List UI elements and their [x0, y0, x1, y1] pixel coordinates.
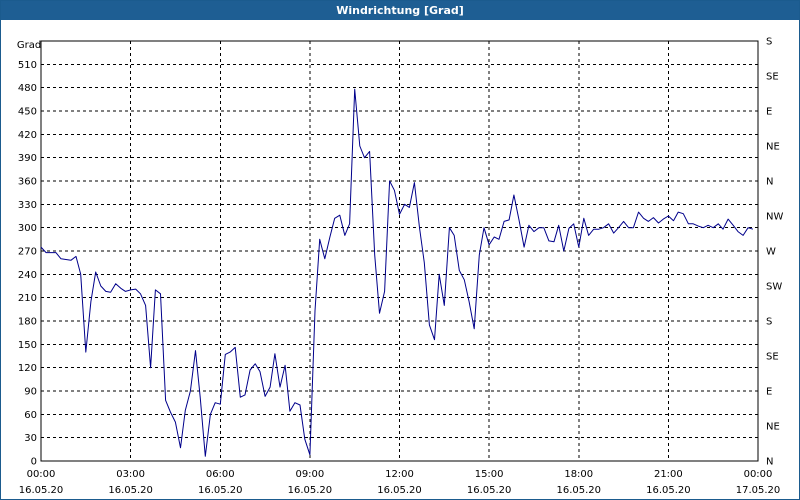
- y-tick-label: 60: [24, 410, 37, 421]
- y-tick-label: 270: [18, 247, 37, 258]
- y2-tick-label: SE: [766, 72, 779, 83]
- y-tick-label: 90: [24, 387, 37, 398]
- x-tick-label: 15:00: [475, 469, 504, 480]
- y-tick-label: 330: [18, 200, 37, 211]
- x-tick-label: 00:00: [744, 469, 773, 480]
- y2-tick-label: N: [766, 457, 773, 468]
- x-tick-date-label: 16.05.20: [646, 485, 691, 496]
- y2-tick-label: S: [766, 37, 772, 48]
- x-tick-label: 21:00: [654, 469, 683, 480]
- x-tick-date-label: 16.05.20: [108, 485, 153, 496]
- y-tick-label: 300: [18, 223, 37, 234]
- y-tick-label: 240: [18, 270, 37, 281]
- x-tick-date-label: 16.05.20: [19, 485, 64, 496]
- y-tick-label: 0: [31, 457, 37, 468]
- x-tick-date-label: 17.05.20: [736, 485, 781, 496]
- y2-tick-label: SW: [766, 282, 782, 293]
- x-tick-date-label: 16.05.20: [198, 485, 243, 496]
- y2-tick-label: W: [766, 247, 776, 258]
- x-tick-label: 18:00: [564, 469, 593, 480]
- y-tick-label: 450: [18, 107, 37, 118]
- y2-tick-label: S: [766, 317, 772, 328]
- y-tick-label: 30: [24, 433, 37, 444]
- y-tick-label: 480: [18, 83, 37, 94]
- x-tick-label: 00:00: [27, 469, 56, 480]
- y2-tick-label: NE: [766, 422, 780, 433]
- chart-window: Windrichtung [Grad] 0 30 60 90 120 150 180 210 2…: [0, 0, 800, 500]
- y-tick-label: 120: [18, 363, 37, 374]
- x-tick-date-label: 16.05.20: [467, 485, 512, 496]
- x-tick-date-label: 16.05.20: [377, 485, 422, 496]
- x-tick-label: 03:00: [116, 469, 145, 480]
- y-tick-label: 420: [18, 130, 37, 141]
- x-tick-label: 12:00: [385, 469, 414, 480]
- y2-tick-label: N: [766, 177, 773, 188]
- y-tick-label: 360: [18, 177, 37, 188]
- y-axis-title: Grad: [17, 40, 41, 51]
- window-title: Windrichtung [Grad]: [1, 1, 799, 20]
- x-tick-label: 06:00: [206, 469, 235, 480]
- y-tick-label: 390: [18, 153, 37, 164]
- x-tick-label: 09:00: [295, 469, 324, 480]
- y2-tick-label: E: [766, 387, 772, 398]
- y2-tick-label: NW: [766, 212, 783, 223]
- y2-tick-label: SE: [766, 352, 779, 363]
- x-tick-date-label: 16.05.20: [288, 485, 333, 496]
- y-tick-label: 150: [18, 340, 37, 351]
- line-chart: 0 30 60 90 120 150 180 210 240 270 300 330 360 390 420…: [17, 37, 784, 497]
- x-tick-date-label: 16.05.20: [556, 485, 601, 496]
- y-tick-label: 510: [18, 60, 37, 71]
- y2-tick-label: NE: [766, 142, 780, 153]
- y-tick-label: 180: [18, 317, 37, 328]
- y-tick-label: 210: [18, 293, 37, 304]
- y2-tick-label: E: [766, 107, 772, 118]
